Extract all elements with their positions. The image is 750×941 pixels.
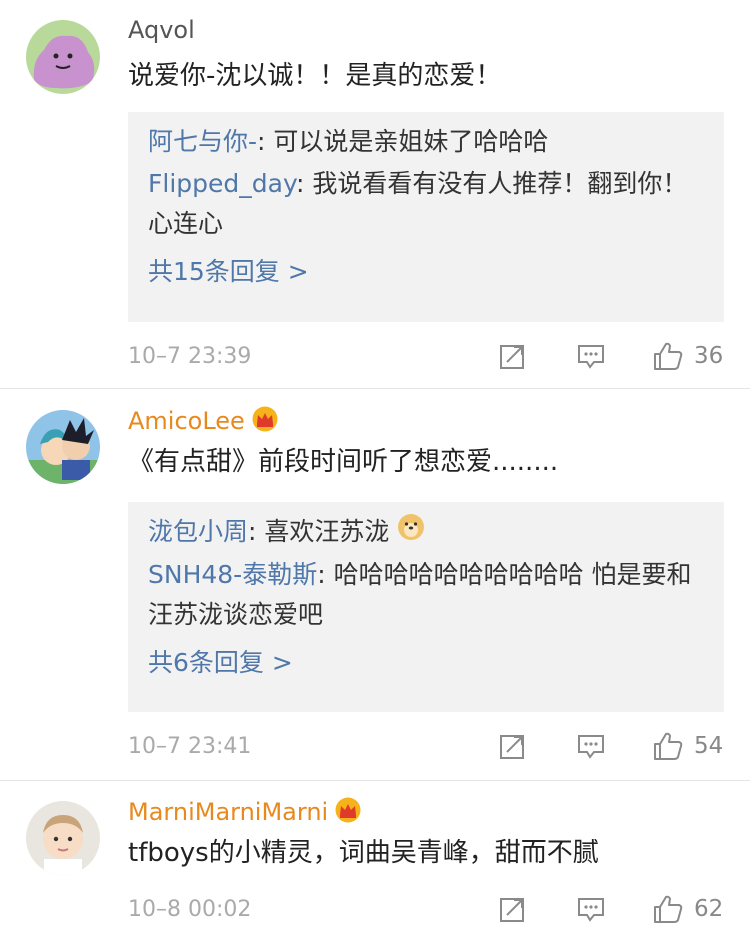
avatar[interactable] — [26, 20, 100, 94]
repost-button[interactable] — [498, 728, 528, 764]
username-text[interactable]: MarniMarniMarni — [128, 798, 328, 826]
reply-colon: : — [257, 127, 274, 156]
reply-text: 喜欢汪苏泷 — [264, 517, 390, 546]
comment-footer: 10–7 23:39 36 — [128, 336, 723, 376]
repost-button[interactable] — [498, 891, 528, 927]
like-icon — [654, 732, 683, 760]
comment-icon — [578, 898, 604, 922]
comment-icon — [578, 345, 604, 369]
username[interactable]: Aqvol — [128, 16, 195, 44]
username[interactable]: AmicoLee — [128, 406, 279, 438]
timestamp: 10–7 23:41 — [128, 734, 252, 759]
avatar[interactable] — [26, 801, 100, 875]
reply-colon: : — [248, 517, 265, 546]
timestamp: 10–7 23:39 — [128, 344, 252, 369]
reply-colon: : — [317, 560, 334, 589]
divider — [0, 388, 750, 389]
reply-username[interactable]: SNH48-泰勒斯 — [148, 560, 317, 589]
comment-item: MarniMarniMarni tfboys的小精灵，词曲吴青峰，甜而不腻 10… — [0, 781, 750, 941]
vip-crown-icon — [251, 406, 279, 438]
username[interactable]: MarniMarniMarni — [128, 797, 362, 829]
username-text[interactable]: AmicoLee — [128, 407, 245, 435]
like-count: 62 — [694, 896, 724, 922]
reply-item[interactable]: 泷包小周: 喜欢汪苏泷 — [148, 512, 702, 553]
like-button[interactable]: 62 — [652, 891, 723, 927]
vip-crown-icon — [334, 797, 362, 829]
like-count: 36 — [694, 343, 724, 369]
timestamp: 10–8 00:02 — [128, 897, 252, 922]
repost-icon — [500, 898, 524, 922]
like-icon — [654, 895, 683, 923]
repost-icon — [500, 735, 524, 759]
reply-colon: : — [295, 169, 313, 198]
reply-username[interactable]: 阿七与你- — [148, 127, 257, 156]
comment-footer: 10–8 00:02 62 — [128, 889, 723, 929]
comment-text: 说爱你-沈以诚！！是真的恋爱！ — [128, 61, 502, 91]
like-icon — [654, 342, 683, 370]
like-button[interactable]: 36 — [652, 338, 723, 374]
comment-item: AmicoLee 《有点甜》前段时间听了想恋爱........ 泷包小周: 喜欢… — [0, 390, 750, 781]
avatar[interactable] — [26, 410, 100, 484]
reply-box[interactable]: 阿七与你-: 可以说是亲姐妹了哈哈哈 Flipped_day: 我说看看有没有人… — [128, 112, 724, 322]
reply-box[interactable]: 泷包小周: 喜欢汪苏泷 SNH48-泰勒斯: 哈哈哈哈哈哈哈哈哈哈 怕是要和汪苏… — [128, 502, 724, 712]
comment-footer: 10–7 23:41 54 — [128, 726, 723, 766]
comment-button[interactable] — [576, 338, 606, 374]
reply-item[interactable]: SNH48-泰勒斯: 哈哈哈哈哈哈哈哈哈哈 怕是要和汪苏泷谈恋爱吧 — [148, 555, 702, 635]
comment-button[interactable] — [576, 728, 606, 764]
comment-icon — [578, 735, 604, 759]
comment-item: Aqvol 说爱你-沈以诚！！是真的恋爱！ 阿七与你-: 可以说是亲姐妹了哈哈哈… — [0, 0, 750, 390]
more-replies-link[interactable]: 共15条回复 > — [148, 252, 702, 292]
reply-text: 可以说是亲姐妹了哈哈哈 — [273, 127, 549, 156]
reply-item[interactable]: 阿七与你-: 可以说是亲姐妹了哈哈哈 — [148, 122, 702, 162]
repost-icon — [500, 345, 524, 369]
repost-button[interactable] — [498, 338, 528, 374]
doge-emoji-icon — [397, 513, 425, 553]
like-count: 54 — [694, 733, 724, 759]
reply-username[interactable]: Flipped_day — [148, 169, 296, 198]
comment-text: tfboys的小精灵，词曲吴青峰，甜而不腻 — [128, 838, 599, 868]
comment-button[interactable] — [576, 891, 606, 927]
comment-text: 《有点甜》前段时间听了想恋爱........ — [128, 447, 559, 477]
reply-username[interactable]: 泷包小周 — [148, 517, 248, 546]
more-replies-link[interactable]: 共6条回复 > — [148, 643, 702, 683]
reply-item[interactable]: Flipped_day: 我说看看有没有人推荐！翻到你！心连心 — [148, 164, 702, 244]
like-button[interactable]: 54 — [652, 728, 723, 764]
